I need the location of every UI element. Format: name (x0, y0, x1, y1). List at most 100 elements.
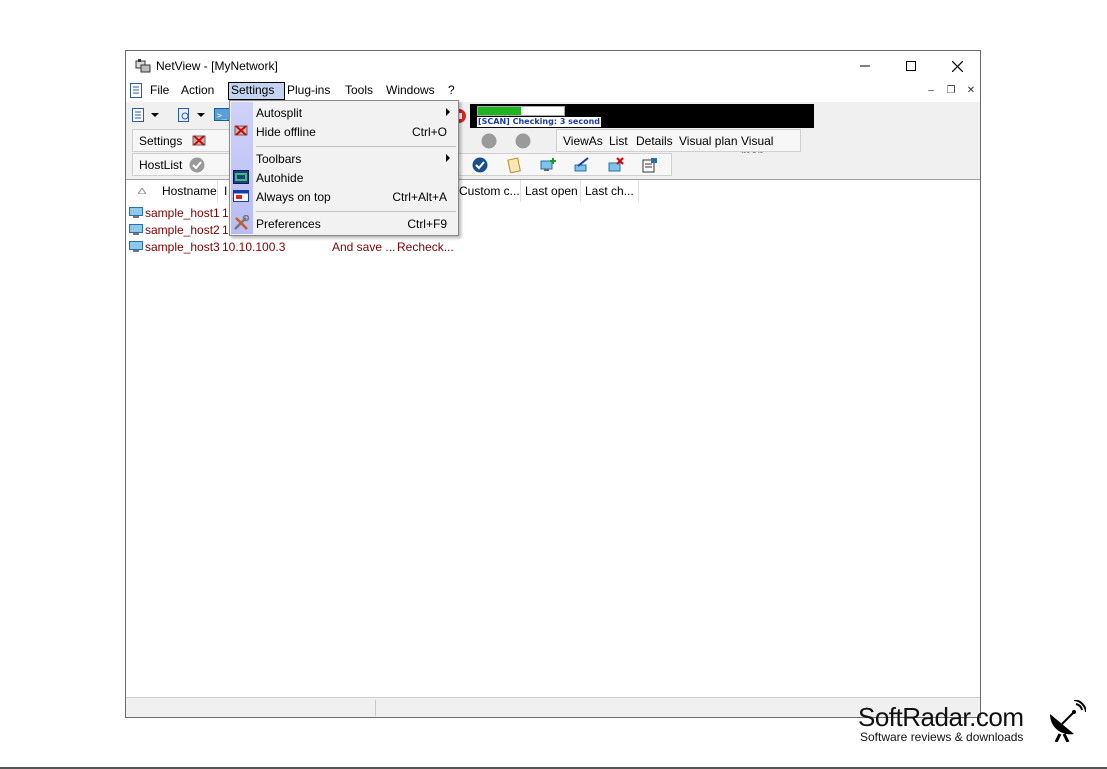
host-description: And save ... (332, 240, 396, 254)
action-toolbar (450, 129, 546, 152)
watermark-title: SoftRadar.com (858, 702, 1024, 732)
always-on-top-icon (233, 190, 249, 202)
menu-help[interactable]: ? (446, 83, 457, 101)
settings-toolbar-label: Settings (139, 134, 183, 148)
clipboard-icon[interactable] (506, 157, 522, 173)
mdi-restore-icon[interactable]: ❐ (943, 84, 959, 98)
menu-item-label: Always on top (256, 190, 331, 204)
menu-tools[interactable]: Tools (343, 83, 375, 101)
host-status: Recheck... (397, 240, 454, 254)
disabled-circle-icon (515, 133, 531, 149)
menu-item-label: Preferences (256, 217, 321, 231)
column-hostname-label: Hostname (162, 184, 217, 198)
host-name: sample_host2 (145, 223, 220, 237)
host-computer-icon (129, 207, 143, 218)
menu-item-hide-offline[interactable]: Hide offline Ctrl+O (230, 122, 458, 141)
scan-status-text: [SCAN] Checking: 3 second (477, 117, 602, 127)
open-document-icon[interactable] (176, 107, 192, 123)
preferences-tools-icon (234, 215, 249, 230)
satellite-dish-icon (1050, 700, 1086, 742)
status-bar (126, 697, 980, 717)
new-document-icon[interactable] (130, 107, 146, 123)
column-last-open[interactable]: Last open (521, 180, 581, 202)
submenu-arrow-icon (446, 108, 450, 116)
netview-app-icon (135, 59, 151, 73)
menu-file[interactable]: File (148, 83, 171, 101)
column-last-change-label: Last ch... (585, 184, 634, 198)
column-ip-label: I (224, 184, 228, 198)
scan-progress-fill (478, 107, 521, 115)
settings-dropdown-menu: Autosplit Hide offline Ctrl+O Toolbars A… (229, 100, 459, 236)
mdi-close-icon[interactable]: ✕ (963, 84, 979, 98)
close-button[interactable] (934, 51, 980, 81)
menu-settings[interactable]: Settings (228, 82, 285, 100)
menu-item-always-on-top[interactable]: Always on top Ctrl+Alt+A (230, 187, 458, 206)
menu-item-preferences[interactable]: Preferences Ctrl+F9 (230, 214, 458, 233)
close-icon (951, 60, 963, 72)
host-ip: 1 (222, 223, 229, 237)
menu-item-shortcut: Ctrl+O (411, 125, 447, 139)
column-last-change[interactable]: Last ch... (581, 180, 639, 202)
terminal-icon[interactable]: >_ (214, 107, 230, 123)
document-icon[interactable] (130, 83, 142, 98)
maximize-button[interactable] (888, 51, 934, 81)
title-bar[interactable]: NetView - [MyNetwork] (126, 51, 980, 81)
menu-bar: File Action Settings Plug-ins Tools Wind… (126, 81, 980, 101)
column-custom[interactable]: Custom c... (455, 180, 521, 202)
menu-action[interactable]: Action (179, 83, 216, 101)
check-blue-icon[interactable] (472, 157, 488, 173)
add-host-icon[interactable] (540, 157, 556, 173)
host-list: Hostname I Custom c... Last open Last ch… (126, 179, 980, 697)
chevron-down-icon[interactable] (151, 111, 159, 119)
menu-separator (256, 146, 456, 147)
menu-windows[interactable]: Windows (384, 83, 437, 101)
menu-item-shortcut: Ctrl+F9 (407, 217, 447, 231)
host-computer-icon (129, 241, 143, 252)
view-details-button[interactable]: Details (636, 134, 673, 148)
view-visual-plan-button[interactable]: Visual plan (679, 134, 738, 148)
column-hostname[interactable]: Hostname (126, 180, 218, 202)
menu-item-autohide[interactable]: Autohide (230, 168, 458, 187)
menu-separator (256, 211, 456, 212)
host-ip: 10.10.100.3 (222, 240, 286, 254)
column-last-open-label: Last open (525, 184, 578, 198)
scan-progress-bar (477, 106, 565, 116)
check-green-icon[interactable] (189, 157, 205, 173)
menu-item-toolbars[interactable]: Toolbars (230, 149, 458, 168)
host-name: sample_host3 (145, 240, 220, 254)
menu-item-label: Autosplit (256, 106, 303, 120)
delete-host-icon[interactable] (608, 157, 624, 173)
hostlist-label: HostList (139, 158, 183, 172)
hide-offline-icon[interactable] (191, 133, 207, 149)
menu-item-label: Hide offline (256, 125, 316, 139)
menu-item-autosplit[interactable]: Autosplit (230, 103, 458, 122)
svg-text:>_: >_ (217, 111, 227, 120)
mdi-minimize-icon[interactable]: – (923, 84, 939, 98)
edit-host-icon[interactable] (574, 157, 590, 173)
host-ip: 1 (222, 206, 229, 220)
scan-status-panel: [SCAN] Checking: 3 second (470, 104, 814, 128)
chevron-down-icon[interactable] (197, 111, 205, 119)
host-computer-icon (129, 224, 143, 235)
status-pane-left (126, 700, 376, 716)
host-name: sample_host1 (145, 206, 220, 220)
table-row[interactable]: sample_host3 10.10.100.3 And save ... Re… (126, 239, 980, 256)
maximize-icon (906, 61, 916, 71)
window-title: NetView - [MyNetwork] (156, 59, 278, 73)
autohide-icon (233, 170, 249, 184)
watermark-subtitle: Software reviews & downloads (860, 730, 1024, 744)
sort-ascending-icon (138, 188, 146, 194)
host-properties-icon[interactable] (642, 157, 658, 173)
disabled-circle-icon (481, 133, 497, 149)
menu-plugins[interactable]: Plug-ins (285, 83, 332, 101)
settings-toolbar: Settings (132, 129, 230, 152)
hide-offline-icon (234, 125, 248, 136)
minimize-button[interactable] (842, 51, 888, 81)
menu-item-label: Toolbars (256, 152, 302, 166)
minimize-icon (860, 65, 870, 67)
menu-item-label: Autohide (256, 171, 304, 185)
viewas-label: ViewAs (563, 134, 603, 148)
view-list-button[interactable]: List (609, 134, 628, 148)
column-custom-label: Custom c... (459, 184, 520, 198)
submenu-arrow-icon (446, 154, 450, 162)
